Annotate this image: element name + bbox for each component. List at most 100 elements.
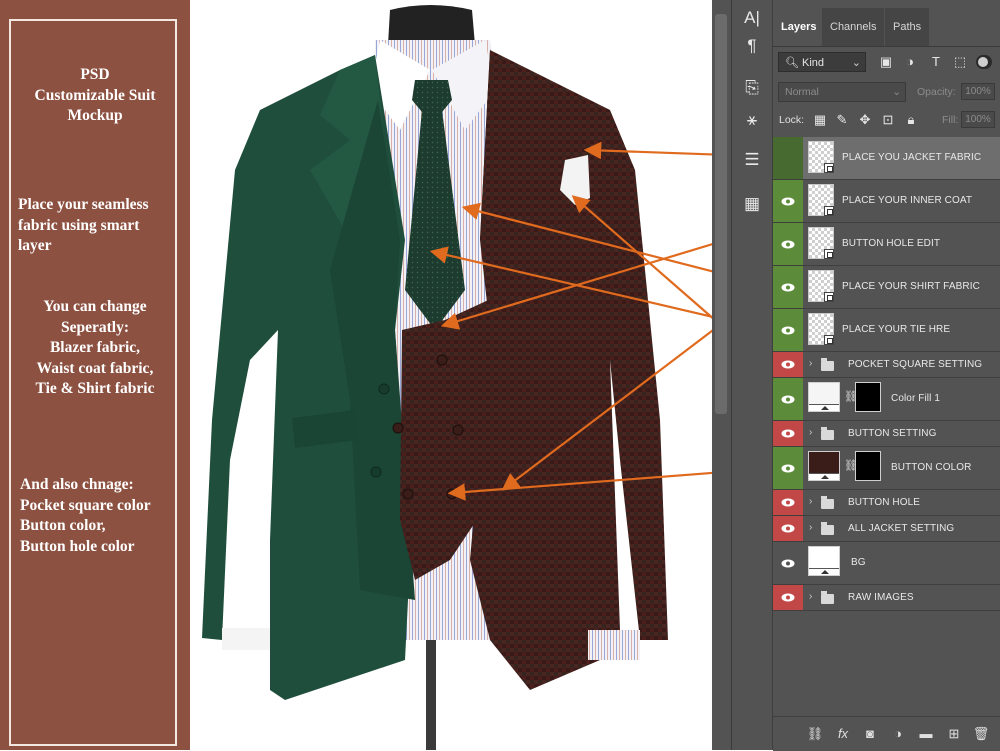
eye-icon [781,240,795,248]
paragraph-icon[interactable]: ¶ [732,36,772,56]
promo-title-line: Mockup [67,107,123,124]
image-filter-icon[interactable]: ▣ [876,52,896,72]
chevron-right-icon[interactable]: › [809,427,812,438]
visibility-toggle[interactable] [773,490,803,515]
opacity-input[interactable]: 100% [961,83,995,100]
layer-row[interactable]: BUTTON HOLE EDIT [773,223,1000,266]
eye-icon [781,464,795,472]
cuff-left [222,628,270,650]
eye-icon [781,429,795,438]
visibility-toggle[interactable] [773,421,803,446]
folder-icon [821,591,834,604]
visibility-toggle[interactable] [773,309,803,351]
promo-line: Place your seamless [18,196,149,213]
table-icon[interactable]: ▦ [732,194,772,214]
visibility-toggle[interactable] [773,378,803,420]
smart-object-icon [824,335,834,345]
dock-scroll-thumb[interactable] [715,14,727,414]
layer-row[interactable]: PLACE YOUR SHIRT FABRIC [773,266,1000,309]
layer-row[interactable]: BG [773,542,1000,585]
layer-name: BG [851,557,866,568]
layer-name: PLACE YOUR TIE HRE [842,324,951,335]
link-icon[interactable]: ⛓ [844,390,858,404]
eye-icon [781,498,795,507]
shape-filter-icon[interactable]: ⬚ [950,52,970,72]
visibility-toggle[interactable] [773,180,803,222]
filter-toggle[interactable] [976,55,992,69]
eye-icon [781,197,795,205]
adjust-icon[interactable]: ⎘ [732,78,772,98]
group-row[interactable]: › BUTTON HOLE [773,490,1000,516]
layer-name: BUTTON HOLE EDIT [842,238,941,249]
lock-move-icon[interactable]: ✥ [856,110,874,130]
adjustment-layer-icon[interactable]: ◑ [889,725,907,743]
chevron-right-icon[interactable]: › [809,591,812,602]
link-icon[interactable]: ⛓ [844,459,858,473]
button-green [378,383,390,395]
opacity-label: Opacity: [917,86,956,98]
group-row[interactable]: › ALL JACKET SETTING [773,516,1000,542]
new-layer-icon[interactable]: ⊞ [945,725,963,743]
character-icon[interactable]: A| [732,8,772,28]
trash-icon[interactable]: 🗑︎ [972,725,990,743]
layer-row[interactable]: PLACE YOUR INNER COAT [773,180,1000,223]
eye-icon [781,559,795,567]
panel-dock-scrollbar[interactable] [712,0,732,750]
visibility-toggle[interactable] [773,516,803,541]
visibility-toggle[interactable] [773,542,803,584]
properties-icon[interactable]: ☰ [732,150,772,170]
blend-mode-value: Normal [785,86,819,98]
group-row[interactable]: › RAW IMAGES [773,585,1000,611]
tab-channels[interactable]: Channels [822,8,885,46]
button-plaid [452,424,464,436]
lock-all-icon[interactable]: 🔒︎ [902,110,920,130]
folder-icon [821,522,834,535]
chevron-right-icon[interactable]: › [809,358,812,369]
visibility-toggle[interactable] [773,352,803,377]
kind-filter-select[interactable]: 🔍︎ Kind ⌄ [778,52,866,72]
lock-row: Lock: ▦ ✎ ✥ ⊡ 🔒︎ Fill: 100% [773,110,1000,134]
visibility-toggle[interactable] [773,223,803,265]
promo-line: Button hole color [20,537,135,555]
layer-row[interactable]: PLACE YOUR TIE HRE [773,309,1000,352]
visibility-toggle[interactable] [773,585,803,610]
visibility-toggle[interactable] [773,447,803,489]
kind-label: Kind [802,57,825,69]
button-plaid [436,354,448,366]
group-row[interactable]: › POCKET SQUARE SETTING [773,352,1000,378]
layer-row[interactable]: ⛓ Color Fill 1 [773,378,1000,421]
fill-thumbnail [808,546,840,576]
lock-paint-icon[interactable]: ✎ [833,110,851,130]
link-layers-icon[interactable]: ⛓ [806,725,824,743]
group-row[interactable]: › BUTTON SETTING [773,421,1000,447]
suit-mockup-canvas[interactable] [190,0,712,750]
new-group-icon[interactable]: ▬ [917,725,935,743]
layer-row[interactable]: PLACE YOU JACKET FABRIC [773,137,1000,180]
blend-mode-select[interactable]: Normal ⌄ [778,82,906,102]
lock-artboard-icon[interactable]: ⊡ [879,110,897,130]
fill-label: Fill: [942,114,959,126]
folder-icon [821,427,834,440]
adjustment-filter-icon[interactable]: ◑ [900,52,920,72]
lock-label: Lock: [779,114,805,126]
eye-icon [781,360,795,369]
type-filter-icon[interactable]: T [926,52,946,72]
promo-line: fabric using smart [18,216,140,234]
tab-layers[interactable]: Layers [773,8,826,46]
layer-name: PLACE YOU JACKET FABRIC [842,152,982,163]
layer-row[interactable]: ⛓ BUTTON COLOR [773,447,1000,490]
add-mask-icon[interactable]: ◙ [861,725,879,743]
tab-paths[interactable]: Paths [885,8,930,46]
lock-transparent-icon[interactable]: ▦ [811,110,829,130]
layer-name: BUTTON SETTING [848,428,937,439]
fill-input[interactable]: 100% [961,111,995,128]
visibility-toggle[interactable] [773,137,803,179]
layer-name: ALL JACKET SETTING [848,523,955,534]
styles-icon[interactable]: ⚹ [732,110,772,130]
fx-icon[interactable]: fx [834,725,852,743]
chevron-right-icon[interactable]: › [809,496,812,507]
smart-object-icon [824,249,834,259]
chevron-right-icon[interactable]: › [809,522,812,533]
layer-name: RAW IMAGES [848,592,914,603]
visibility-toggle[interactable] [773,266,803,308]
